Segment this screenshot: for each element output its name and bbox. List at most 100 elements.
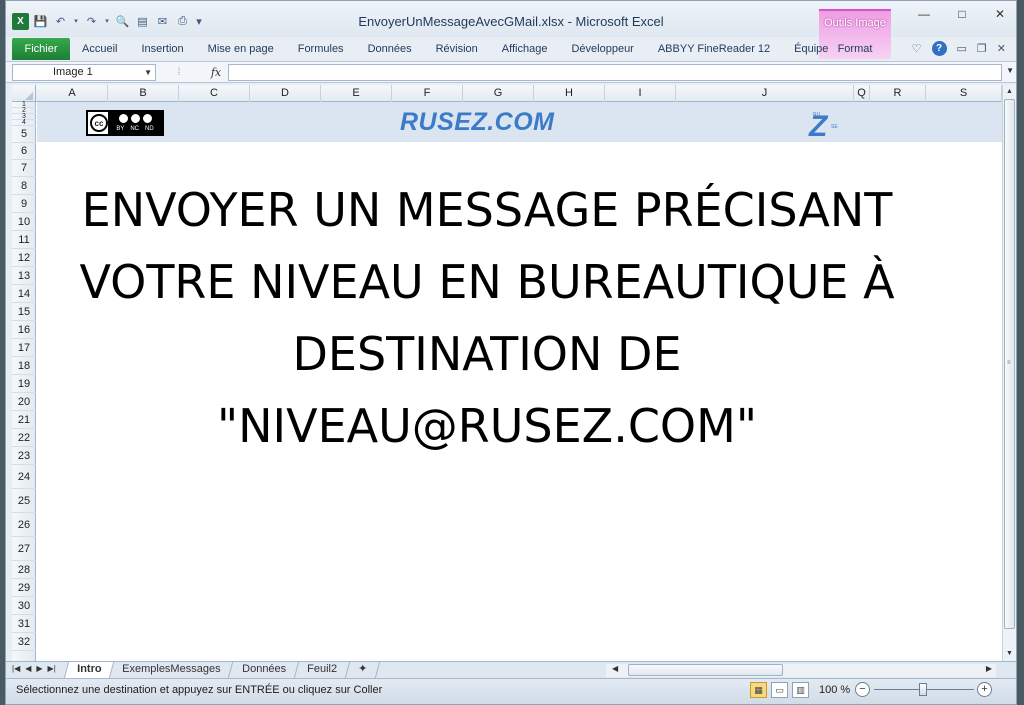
row-header[interactable]: 18 [12,357,36,375]
column-header[interactable]: B [108,85,179,102]
tab-review[interactable]: Révision [424,43,490,55]
prev-sheet-icon[interactable]: ◀ [25,664,31,673]
nd-icon [142,114,152,124]
next-sheet-icon[interactable]: ▶ [36,664,42,673]
sheet-tab-exemples[interactable]: ExemplesMessages [110,662,235,678]
row-header[interactable]: 23 [12,447,36,465]
horizontal-scrollbar[interactable]: ◀ ▶ [606,664,996,677]
zoom-in-icon[interactable]: + [977,682,992,697]
insert-function-icon[interactable]: fx [206,64,226,81]
scroll-up-icon[interactable]: ▲ [1003,85,1016,99]
column-header[interactable]: G [463,85,534,102]
sheet-tab-intro[interactable]: Intro [63,662,115,678]
row-header[interactable]: 17 [12,339,36,357]
tab-home[interactable]: Accueil [70,43,129,55]
column-header[interactable]: E [321,85,392,102]
column-header[interactable]: F [392,85,463,102]
row-header[interactable]: 13 [12,267,36,285]
select-all-button[interactable] [12,85,36,102]
sheet-tab-donnees[interactable]: Données [229,662,300,678]
column-header[interactable]: S [926,85,1002,102]
scroll-right-icon[interactable]: ▶ [986,664,992,673]
ribbon-collapse-icon[interactable]: ♡ [912,42,922,55]
tab-abbyy[interactable]: ABBYY FineReader 12 [646,43,782,55]
first-sheet-icon[interactable]: |◀ [12,664,20,673]
help-icon[interactable]: ? [931,41,947,56]
name-box-dropdown-icon[interactable]: ▼ [144,65,152,80]
zoom-out-icon[interactable]: − [855,682,870,697]
tab-file[interactable]: Fichier [12,38,70,60]
cc-tag: ND [145,125,154,132]
row-header[interactable]: 28 [12,561,36,579]
row-header[interactable]: 12 [12,249,36,267]
sheet-tab-label: ExemplesMessages [122,663,222,675]
page-layout-view-icon[interactable]: ▭ [771,682,788,698]
last-sheet-icon[interactable]: ▶| [48,664,56,673]
row-header[interactable]: 21 [12,411,36,429]
column-header[interactable]: R [870,85,926,102]
row-header[interactable]: 10 [12,213,36,231]
column-header[interactable]: H [534,85,605,102]
row-header[interactable]: 6 [12,143,36,160]
formula-input[interactable] [228,64,1002,81]
column-header[interactable]: C [179,85,250,102]
tab-developer[interactable]: Développeur [559,43,645,55]
row-header[interactable]: 9 [12,195,36,213]
row-header[interactable]: 30 [12,597,36,615]
column-header[interactable]: I [605,85,676,102]
cc-tag: BY [116,125,125,132]
row-header[interactable]: 24 [12,465,36,489]
tab-page-layout[interactable]: Mise en page [196,43,286,55]
column-header[interactable]: Q [854,85,870,102]
scroll-left-icon[interactable]: ◀ [612,664,618,673]
row-header[interactable]: 26 [12,513,36,537]
vertical-scrollbar[interactable]: ▲ ≡ ▼ [1002,85,1016,661]
row-header[interactable]: 29 [12,579,36,597]
doc-restore-icon[interactable]: ❐ [977,42,987,55]
cell-area[interactable]: cc BY NC ND RUSEZ.COM RU Z SE ENVOYER UN… [37,102,1002,661]
row-header[interactable]: 20 [12,393,36,411]
sheet-tab-feuil2[interactable]: Feuil2 [294,662,351,678]
row-header[interactable]: 11 [12,231,36,249]
doc-minimize-icon[interactable]: ▭ [957,42,967,55]
vertical-scroll-thumb[interactable]: ≡ [1004,99,1015,629]
horizontal-scroll-thumb[interactable] [628,664,783,676]
column-headers: A B C D E F G H I J Q R S [12,85,1002,102]
zoom-slider-thumb[interactable] [919,683,927,696]
row-header[interactable]: 31 [12,615,36,633]
row-header[interactable]: 25 [12,489,36,513]
view-buttons: ▦ ▭ ▥ [750,682,809,698]
column-header[interactable]: J [676,85,854,102]
row-header[interactable]: 14 [12,285,36,303]
scroll-down-icon[interactable]: ▼ [1003,647,1016,661]
formula-expand-icon[interactable]: ▼ [1006,66,1014,75]
maximize-icon[interactable]: □ [952,7,972,21]
page-break-view-icon[interactable]: ▥ [792,682,809,698]
close-icon[interactable]: ✕ [990,7,1010,21]
tab-data[interactable]: Données [356,43,424,55]
message-line: VOTRE NIVEAU EN BUREAUTIQUE À [79,255,895,309]
row-header[interactable]: 22 [12,429,36,447]
name-box[interactable]: Image 1 ▼ [12,64,156,81]
row-header[interactable]: 7 [12,160,36,177]
column-header[interactable]: A [37,85,108,102]
row-header[interactable]: 5 [12,126,36,143]
minimize-icon[interactable]: — [914,7,934,21]
row-header[interactable]: 16 [12,321,36,339]
tab-formulas[interactable]: Formules [286,43,356,55]
sheet-tab-label: Intro [77,663,102,675]
tab-format[interactable]: Format [819,43,891,55]
column-header[interactable]: D [250,85,321,102]
insert-sheet-icon[interactable]: ✦ [345,662,381,678]
zoom-level[interactable]: 100 % [819,684,850,696]
row-header[interactable]: 32 [12,633,36,651]
doc-close-icon[interactable]: ✕ [997,42,1006,55]
row-header[interactable]: 8 [12,177,36,195]
row-header[interactable]: 15 [12,303,36,321]
tab-view[interactable]: Affichage [490,43,560,55]
tab-insert[interactable]: Insertion [129,43,195,55]
row-header[interactable]: 19 [12,375,36,393]
row-header[interactable]: 27 [12,537,36,561]
ribbon-tabs: Fichier Accueil Insertion Mise en page F… [6,37,1016,61]
normal-view-icon[interactable]: ▦ [750,682,767,698]
